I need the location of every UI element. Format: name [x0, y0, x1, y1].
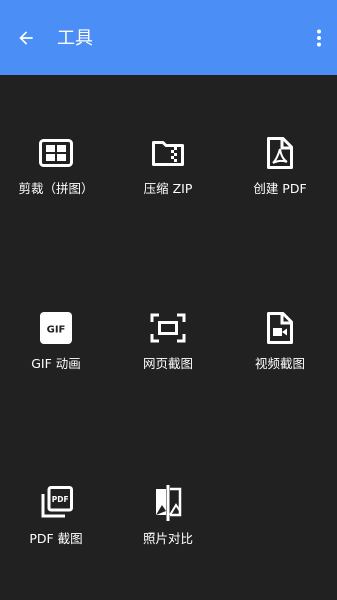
tool-label: 压缩 ZIP	[143, 181, 193, 196]
gif-icon: GIF	[38, 310, 74, 346]
svg-text:PDF: PDF	[52, 495, 69, 504]
page-title: 工具	[57, 28, 93, 49]
more-vert-icon	[317, 29, 321, 47]
back-button[interactable]	[12, 24, 40, 52]
tool-label: 剪裁（拼图）	[18, 181, 94, 196]
zip-folder-icon	[150, 135, 186, 171]
pdf-layers-icon: PDF	[38, 485, 74, 521]
tool-label: PDF 截图	[29, 531, 83, 546]
tool-label: GIF 动画	[31, 356, 81, 371]
tool-collage[interactable]: 剪裁（拼图）	[0, 135, 112, 215]
tool-webpage-capture[interactable]: 网页截图	[112, 310, 224, 390]
more-options-button[interactable]	[309, 24, 329, 52]
tool-label: 视频截图	[254, 356, 305, 371]
collage-grid-icon	[38, 135, 74, 171]
tool-label: 照片对比	[142, 531, 193, 546]
webpage-capture-icon	[150, 310, 186, 346]
arrow-back-icon	[19, 31, 33, 45]
tool-photo-compare[interactable]: 照片对比	[112, 485, 224, 565]
tool-label: 创建 PDF	[253, 181, 307, 196]
tool-gif[interactable]: GIF GIF 动画	[0, 310, 112, 390]
svg-text:GIF: GIF	[47, 325, 66, 336]
tool-create-pdf[interactable]: 创建 PDF	[224, 135, 336, 215]
video-file-icon	[262, 310, 298, 346]
app-bar: 工具	[0, 0, 337, 75]
tool-video-capture[interactable]: 视频截图	[224, 310, 336, 390]
tool-pdf-capture[interactable]: PDF PDF 截图	[0, 485, 112, 565]
tool-zip[interactable]: 压缩 ZIP	[112, 135, 224, 215]
tool-label: 网页截图	[142, 356, 193, 371]
compare-icon	[150, 485, 186, 521]
pdf-file-icon	[262, 135, 298, 171]
